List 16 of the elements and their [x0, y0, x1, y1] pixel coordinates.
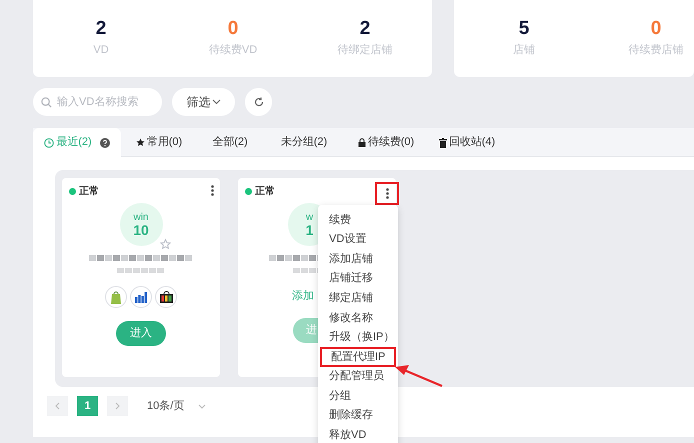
- os-name: win: [133, 212, 148, 222]
- stat-value: 0: [228, 18, 238, 40]
- stat-value: 0: [650, 18, 662, 40]
- stat-label: 待续费店铺: [628, 42, 684, 58]
- status-label: 正常: [79, 184, 99, 199]
- stat-label: 店铺: [513, 42, 535, 58]
- stat-label: VD: [93, 43, 109, 58]
- stat-label: 待续费VD: [208, 43, 258, 58]
- stat-value: 5: [518, 18, 530, 40]
- status-label: 正常: [255, 184, 275, 199]
- os-version: 10: [133, 222, 149, 238]
- stat-value: 2: [360, 18, 370, 40]
- os-name: w: [306, 212, 314, 222]
- stat-value: 2: [96, 18, 106, 40]
- stat-label: 待绑定店铺: [338, 42, 392, 58]
- os-version: 1: [306, 222, 314, 238]
